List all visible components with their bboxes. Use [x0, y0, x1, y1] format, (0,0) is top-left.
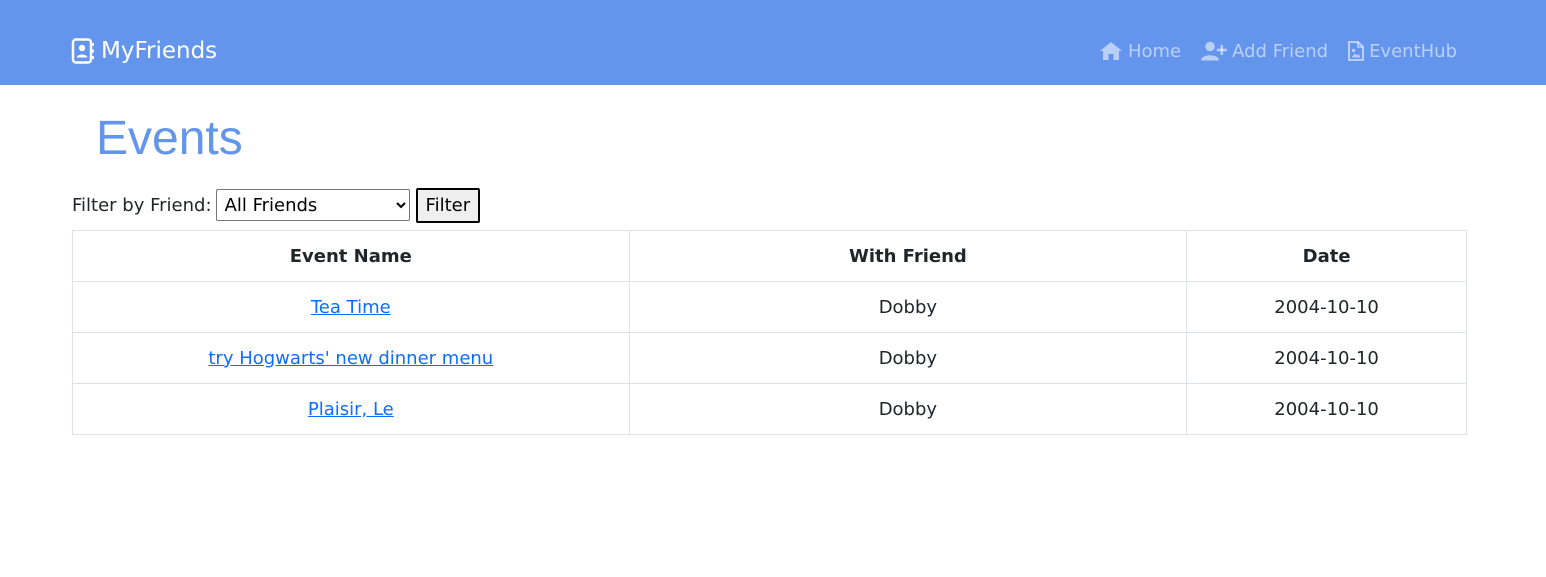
address-book-icon — [71, 38, 95, 64]
page-title: Events — [96, 112, 243, 165]
nav-home[interactable]: Home — [1099, 41, 1181, 62]
navbar: MyFriends Home Add Friend EventHub — [0, 0, 1546, 85]
friend-cell: Dobby — [628, 332, 1188, 384]
nav-add-friend-label: Add Friend — [1232, 40, 1329, 62]
nav-eventhub[interactable]: EventHub — [1348, 41, 1457, 62]
user-plus-icon — [1201, 41, 1227, 61]
nav-add-friend[interactable]: Add Friend — [1201, 41, 1328, 62]
table-row: try Hogwarts' new dinner menu Dobby 2004… — [72, 332, 1467, 384]
friend-cell: Dobby — [628, 383, 1188, 435]
brand-label: MyFriends — [101, 38, 218, 64]
nav-eventhub-label: EventHub — [1369, 40, 1457, 62]
file-image-icon — [1348, 41, 1365, 61]
table-header-row: Event Name With Friend Date — [72, 230, 1467, 282]
date-cell: 2004-10-10 — [1186, 383, 1467, 435]
home-icon — [1099, 41, 1123, 61]
date-cell: 2004-10-10 — [1186, 281, 1467, 333]
filter-form: Filter by Friend: All Friends Filter — [72, 187, 481, 223]
event-link[interactable]: Plaisir, Le — [308, 399, 394, 420]
event-link[interactable]: Tea Time — [311, 297, 391, 318]
table-row: Plaisir, Le Dobby 2004-10-10 — [72, 383, 1467, 435]
friend-select[interactable]: All Friends — [215, 189, 410, 221]
filter-button[interactable]: Filter — [415, 187, 481, 223]
event-name-cell: Plaisir, Le — [72, 383, 630, 435]
friend-cell: Dobby — [628, 281, 1188, 333]
header-event-name: Event Name — [72, 230, 630, 282]
header-date: Date — [1186, 230, 1467, 282]
nav-links: Home Add Friend EventHub — [1079, 38, 1457, 64]
table-row: Tea Time Dobby 2004-10-10 — [72, 281, 1467, 333]
nav-home-label: Home — [1127, 40, 1182, 62]
event-name-cell: try Hogwarts' new dinner menu — [72, 332, 630, 384]
filter-label: Filter by Friend: — [72, 194, 212, 216]
event-name-cell: Tea Time — [72, 281, 630, 333]
event-link[interactable]: try Hogwarts' new dinner menu — [208, 348, 493, 369]
date-cell: 2004-10-10 — [1186, 332, 1467, 384]
header-with-friend: With Friend — [628, 230, 1188, 282]
brand-link[interactable]: MyFriends — [71, 36, 217, 66]
events-table: Event Name With Friend Date Tea Time Dob… — [72, 230, 1467, 435]
